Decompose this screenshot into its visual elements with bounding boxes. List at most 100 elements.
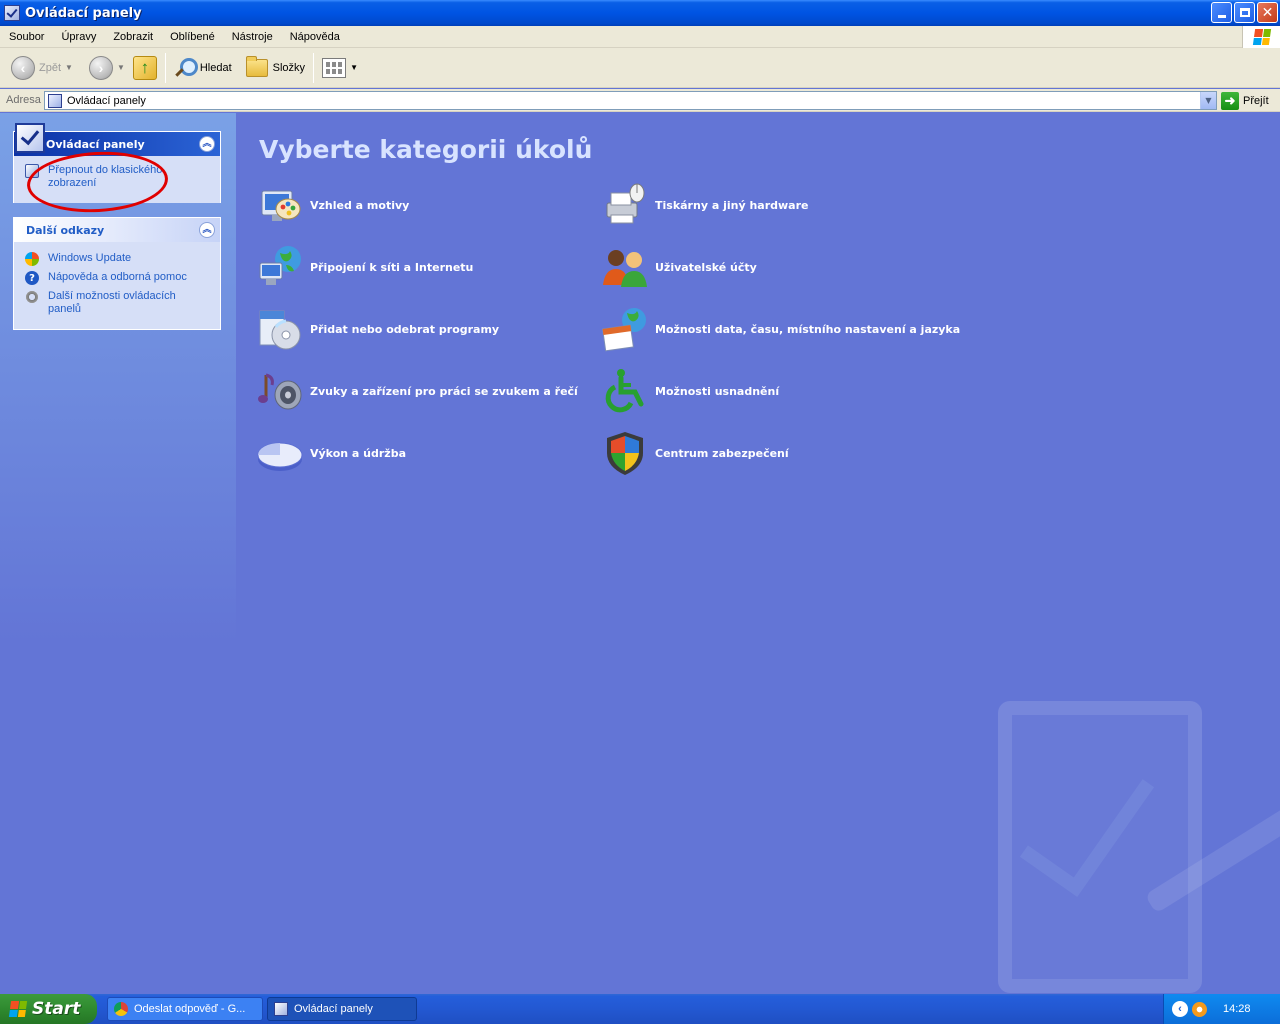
maximize-button[interactable] xyxy=(1234,2,1255,23)
control-panel-box: Ovládací panely ︽ Přepnout do klasického… xyxy=(13,123,221,203)
taskbar-item-browser[interactable]: Odeslat odpověď - G... xyxy=(107,997,263,1021)
address-bar: Adresa Ovládací panely ▼ ➜ Přejít xyxy=(0,89,1280,112)
printer-mouse-icon xyxy=(601,181,649,229)
up-button[interactable]: ↑ xyxy=(129,51,161,85)
category-sounds-speech[interactable]: Zvuky a zařízení pro práci se zvukem a ř… xyxy=(256,367,578,415)
control-panel-box-body: Přepnout do klasického zobrazení xyxy=(14,156,220,203)
control-panel-icon xyxy=(4,5,20,21)
tray-expand-icon[interactable]: ‹ xyxy=(1172,1001,1188,1017)
address-input[interactable]: Ovládací panely ▼ xyxy=(44,91,1217,110)
back-button[interactable]: ‹ Zpět ▼ xyxy=(7,51,77,85)
clock[interactable]: 14:28 xyxy=(1223,1003,1251,1015)
windows-update-link[interactable]: Windows Update xyxy=(25,252,210,266)
other-links-header[interactable]: Další odkazy ︽ xyxy=(14,218,220,242)
printers-hardware-label: Tiskárny a jiný hardware xyxy=(655,198,809,212)
folder-up-icon: ↑ xyxy=(132,55,157,80)
chevron-down-icon[interactable]: ▼ xyxy=(117,63,125,72)
more-options-link[interactable]: Další možnosti ovládacích panelů xyxy=(25,290,210,316)
taskbar-item-browser-label: Odeslat odpověď - G... xyxy=(134,1003,246,1015)
accessibility-wheelchair-icon xyxy=(601,367,649,415)
collapse-icon[interactable]: ︽ xyxy=(199,222,215,238)
toolbar-separator xyxy=(164,52,166,83)
security-shield-icon xyxy=(601,429,649,477)
toolbar: ‹ Zpět ▼ › ▼ ↑ Hledat Složky ▼ xyxy=(0,48,1280,88)
main-content: Vyberte kategorii úkolů Vzhled a motivy … xyxy=(236,113,1280,994)
go-arrow-icon: ➜ xyxy=(1221,91,1239,110)
windows-logo-icon xyxy=(8,1001,28,1017)
add-remove-programs-label: Přidat nebo odebrat programy xyxy=(310,322,500,336)
appearance-themes-label: Vzhled a motivy xyxy=(310,198,410,212)
network-globe-icon xyxy=(256,243,304,291)
folders-button[interactable]: Složky xyxy=(242,51,309,85)
windows-update-label: Windows Update xyxy=(48,252,132,264)
other-links-box: Další odkazy ︽ Windows Update ? Nápověda… xyxy=(13,217,221,330)
security-center-label: Centrum zabezpečení xyxy=(655,446,789,460)
back-arrow-icon: ‹ xyxy=(11,55,35,80)
go-button[interactable]: ➜ Přejít xyxy=(1221,90,1269,111)
appearance-themes-icon xyxy=(256,181,304,229)
chevron-down-icon[interactable]: ▼ xyxy=(65,63,73,72)
category-printers-hardware[interactable]: Tiskárny a jiný hardware xyxy=(601,181,808,229)
taskbar-item-control-panel-label: Ovládací panely xyxy=(294,1003,373,1015)
start-label: Start xyxy=(32,999,81,1019)
forward-button[interactable]: › ▼ xyxy=(85,51,129,85)
address-value: Ovládací panely xyxy=(67,94,146,107)
other-links-title: Další odkazy xyxy=(26,223,105,237)
control-panel-icon xyxy=(48,93,62,108)
collapse-icon[interactable]: ︽ xyxy=(199,136,215,152)
category-accessibility[interactable]: Možnosti usnadnění xyxy=(601,367,779,415)
category-security-center[interactable]: Centrum zabezpečení xyxy=(601,429,789,477)
views-button[interactable]: ▼ xyxy=(318,51,362,85)
menu-file[interactable]: Soubor xyxy=(0,31,52,43)
date-time-globe-icon xyxy=(601,305,649,353)
help-support-link[interactable]: ? Nápověda a odborná pomoc xyxy=(25,271,210,285)
control-panel-box-header[interactable]: Ovládací panely ︽ xyxy=(14,123,220,156)
date-time-language-label: Možnosti data, času, místního nastavení … xyxy=(655,322,961,336)
search-icon xyxy=(174,57,198,79)
category-date-time-language[interactable]: Možnosti data, času, místního nastavení … xyxy=(601,305,960,353)
sounds-speech-icon xyxy=(256,367,304,415)
menu-tools[interactable]: Nástroje xyxy=(223,31,281,43)
other-links-body: Windows Update ? Nápověda a odborná pomo… xyxy=(14,242,220,329)
user-accounts-icon xyxy=(601,243,649,291)
window-controls: ✕ xyxy=(1211,2,1278,23)
accessibility-label: Možnosti usnadnění xyxy=(655,384,780,398)
sounds-speech-label: Zvuky a zařízení pro práci se zvukem a ř… xyxy=(310,384,578,398)
category-appearance-themes[interactable]: Vzhled a motivy xyxy=(256,181,409,229)
windows-logo-icon xyxy=(1242,26,1280,48)
control-panel-icon xyxy=(274,1002,288,1016)
back-label: Zpět xyxy=(39,61,62,74)
window-title: Ovládací panely xyxy=(25,5,142,21)
system-tray: ‹ 14:28 xyxy=(1163,994,1280,1024)
category-user-accounts[interactable]: Uživatelské účty xyxy=(601,243,757,291)
category-performance-maintenance[interactable]: Výkon a údržba xyxy=(256,429,406,477)
menu-help[interactable]: Nápověda xyxy=(281,31,348,43)
search-button[interactable]: Hledat xyxy=(170,51,236,85)
switch-classic-view-label: Přepnout do klasického zobrazení xyxy=(48,164,163,189)
page-title: Vyberte kategorii úkolů xyxy=(259,135,593,164)
address-dropdown-button[interactable]: ▼ xyxy=(1200,92,1216,109)
tray-app-icon[interactable] xyxy=(1192,1001,1207,1017)
menu-edit[interactable]: Úpravy xyxy=(52,31,104,43)
start-button[interactable]: Start xyxy=(0,994,97,1024)
title-bar: Ovládací panely ✕ xyxy=(0,0,1280,26)
switch-classic-view-link[interactable]: Přepnout do klasického zobrazení xyxy=(25,164,210,190)
taskbar: Start Odeslat odpověď - G... Ovládací pa… xyxy=(0,994,1280,1024)
views-icon xyxy=(322,57,347,78)
taskbar-item-control-panel[interactable]: Ovládací panely xyxy=(267,997,417,1021)
close-button[interactable]: ✕ xyxy=(1257,2,1278,23)
minimize-icon xyxy=(1217,15,1226,18)
folders-label: Složky xyxy=(272,61,306,74)
performance-pie-icon xyxy=(256,429,304,477)
gear-icon xyxy=(25,290,39,304)
minimize-button[interactable] xyxy=(1211,2,1232,23)
restore-icon xyxy=(1239,8,1250,17)
menu-view[interactable]: Zobrazit xyxy=(104,31,161,43)
toolbar-separator xyxy=(313,52,315,83)
network-internet-label: Připojení k síti a Internetu xyxy=(310,260,474,274)
folder-icon xyxy=(245,55,268,77)
help-icon: ? xyxy=(25,271,39,285)
category-add-remove-programs[interactable]: Přidat nebo odebrat programy xyxy=(256,305,499,353)
category-network-internet[interactable]: Připojení k síti a Internetu xyxy=(256,243,473,291)
menu-favorites[interactable]: Oblíbené xyxy=(161,31,223,43)
